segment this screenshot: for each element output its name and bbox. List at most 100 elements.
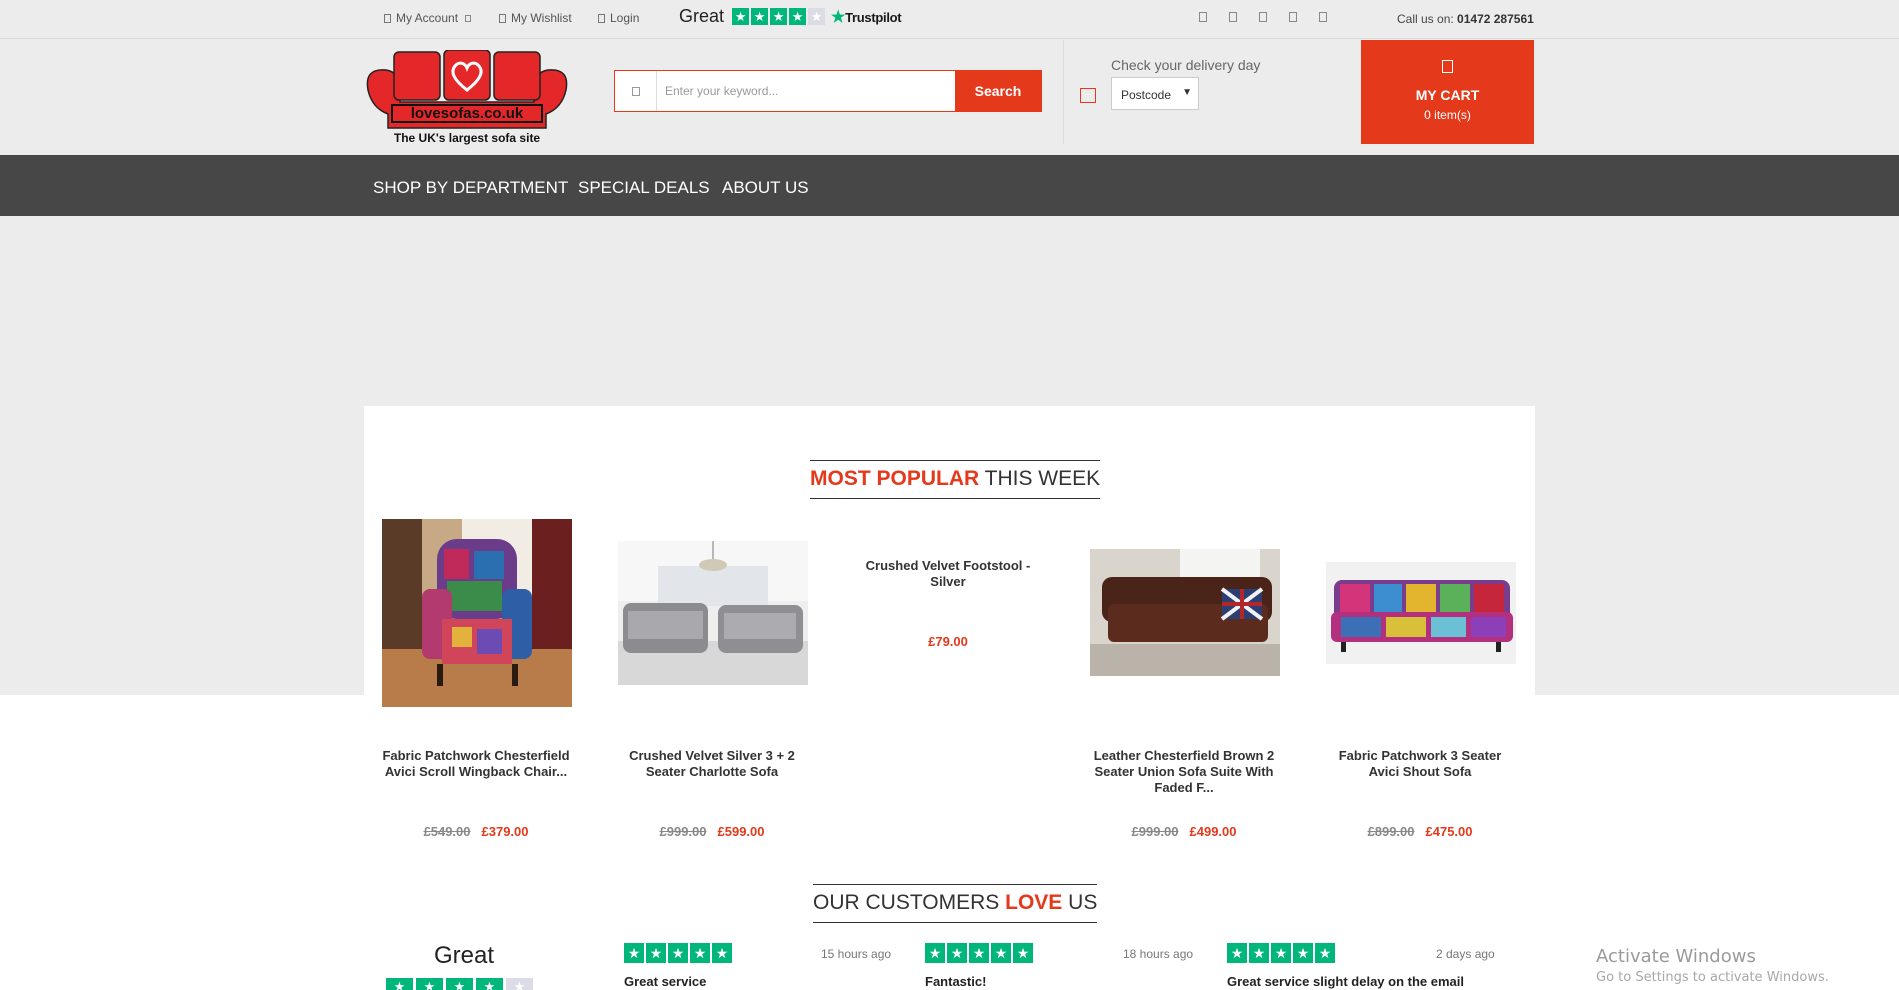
most-popular-heading: MOST POPULAR THIS WEEK [810, 460, 1101, 499]
my-account-label: My Account [396, 11, 459, 25]
star-icon: ★ [624, 943, 644, 963]
call-us-label: Call us on: [1397, 12, 1454, 26]
star-icon: ★ [1227, 943, 1247, 963]
login-link[interactable]: Login [598, 11, 639, 25]
star-icon: ★ [690, 943, 710, 963]
old-price: £899.00 [1367, 824, 1415, 839]
my-wishlist-link[interactable]: My Wishlist [499, 11, 572, 25]
my-wishlist-label: My Wishlist [511, 11, 572, 25]
postcode-value: Postcode [1121, 88, 1172, 102]
user-icon [384, 13, 391, 23]
product-name[interactable]: Fabric Patchwork Chesterfield Avici Scro… [381, 748, 571, 780]
review-card[interactable]: ★ ★ ★ ★ ★ 2 days ago Great service slight de… [1227, 943, 1497, 989]
review-title: Great service [624, 974, 707, 989]
sale-price: £599.00 [717, 824, 765, 839]
trustpilot-widget[interactable]: Great ★ ★ ★ ★ ★ ★Trustpilot [679, 6, 902, 27]
review-title: Great service slight delay on the email [1227, 974, 1464, 989]
search-button[interactable]: Search [955, 71, 1041, 111]
product-prices: £79.00 [853, 634, 1043, 649]
product-name[interactable]: Crushed Velvet Footstool - Silver [853, 558, 1043, 590]
reviews-title-pre: OUR CUSTOMERS [813, 891, 1006, 914]
sale-price: £379.00 [481, 824, 529, 839]
review-time: 15 hours ago [821, 947, 892, 961]
review-title: Fantastic! [925, 974, 987, 989]
star-empty-icon: ★ [808, 8, 826, 25]
social-links [1199, 12, 1327, 22]
star-icon: ★ [732, 8, 750, 25]
nav-item-special-deals[interactable]: SPECIAL DEALS [578, 178, 710, 198]
review-card[interactable]: ★ ★ ★ ★ ★ 18 hours ago Fantastic! [925, 943, 1195, 989]
cart-button[interactable]: MY CART 0 item(s) [1361, 40, 1534, 144]
instagram-icon[interactable] [1319, 12, 1327, 22]
heart-icon [499, 13, 506, 23]
twitter-icon[interactable] [1229, 12, 1237, 22]
star-icon: ★ [476, 978, 503, 990]
product-image-wingback-chair[interactable] [382, 519, 572, 707]
pinterest-icon[interactable] [1289, 12, 1297, 22]
call-us: Call us on: 01472 287561 [1397, 12, 1534, 26]
star-icon: ★ [1293, 943, 1313, 963]
old-price: £999.00 [659, 824, 707, 839]
header-divider [1063, 40, 1064, 144]
delivery-label: Check your delivery day [1111, 57, 1261, 73]
product-prices: £549.00 £379.00 [381, 824, 571, 839]
product-prices: £999.00 £599.00 [617, 824, 807, 839]
logo-tagline: The UK's largest sofa site [394, 131, 541, 145]
review-card[interactable]: ★ ★ ★ ★ ★ 15 hours ago Great service [624, 943, 894, 989]
login-label: Login [610, 11, 640, 25]
old-price: £549.00 [423, 824, 471, 839]
sale-price: £475.00 [1425, 824, 1473, 839]
reviews-title-highlight: LOVE [1005, 891, 1063, 914]
postcode-select[interactable]: Postcode ▼ [1111, 77, 1199, 110]
trustpilot-star-icon: ★ [831, 8, 846, 26]
cart-count: 0 item(s) [1424, 108, 1471, 122]
google-plus-icon[interactable] [1259, 12, 1267, 22]
logo-sofa-icon: lovesofas.co.uk The UK's largest sofa si… [366, 49, 568, 145]
lock-icon [598, 13, 605, 23]
reviews-title-post: US [1062, 891, 1098, 914]
trustpilot-stars: ★ ★ ★ ★ ★ [732, 8, 826, 25]
star-icon: ★ [969, 943, 989, 963]
star-icon: ★ [668, 943, 688, 963]
product-image-union-sofa[interactable] [1090, 549, 1280, 676]
product-image-shout-sofa[interactable] [1326, 562, 1516, 664]
site-logo[interactable]: lovesofas.co.uk The UK's largest sofa si… [364, 49, 570, 146]
star-icon: ★ [1271, 943, 1291, 963]
product-image-charlotte-sofa[interactable] [618, 541, 808, 685]
watermark-line2: Go to Settings to activate Windows. [1596, 970, 1829, 985]
search-input[interactable] [657, 71, 955, 111]
old-price: £999.00 [1131, 824, 1179, 839]
nav-item-shop-by-department[interactable]: SHOP BY DEPARTMENT [373, 178, 568, 198]
phone-number[interactable]: 01472 287561 [1457, 12, 1534, 26]
product-name[interactable]: Leather Chesterfield Brown 2 Seater Unio… [1089, 748, 1279, 796]
review-time: 18 hours ago [1123, 947, 1194, 961]
review-time: 2 days ago [1436, 947, 1495, 961]
trustpilot-rating: Great [679, 6, 725, 26]
star-icon: ★ [991, 943, 1011, 963]
search-icon [631, 86, 640, 96]
chevron-down-icon [465, 14, 472, 22]
watermark-line1: Activate Windows [1596, 946, 1756, 967]
reviews-heading: OUR CUSTOMERS LOVE US [813, 884, 1098, 923]
reviews-summary-rating: Great [434, 942, 495, 969]
my-account-link[interactable]: My Account [384, 11, 472, 25]
star-icon: ★ [947, 943, 967, 963]
search-category-icon-box[interactable] [615, 71, 657, 111]
delivery-truck-icon [1080, 88, 1096, 103]
star-icon: ★ [416, 978, 443, 990]
facebook-icon[interactable] [1199, 12, 1207, 22]
product-prices: £899.00 £475.00 [1325, 824, 1515, 839]
star-icon: ★ [386, 978, 413, 990]
search-bar: Search [614, 70, 1042, 112]
star-icon: ★ [712, 943, 732, 963]
top-bar: My Account My Wishlist Login Great ★ ★ ★… [0, 0, 1899, 39]
product-name[interactable]: Crushed Velvet Silver 3 + 2 Seater Charl… [617, 748, 807, 780]
trustpilot-logo: ★Trustpilot [831, 7, 902, 27]
star-icon: ★ [1013, 943, 1033, 963]
dropdown-arrow-icon: ▼ [1182, 87, 1192, 98]
sale-price: £79.00 [928, 634, 968, 649]
product-name[interactable]: Fabric Patchwork 3 Seater Avici Shout So… [1325, 748, 1515, 780]
nav-item-about-us[interactable]: ABOUT US [722, 178, 809, 198]
star-icon: ★ [789, 8, 807, 25]
most-popular-rest: THIS WEEK [979, 467, 1101, 490]
